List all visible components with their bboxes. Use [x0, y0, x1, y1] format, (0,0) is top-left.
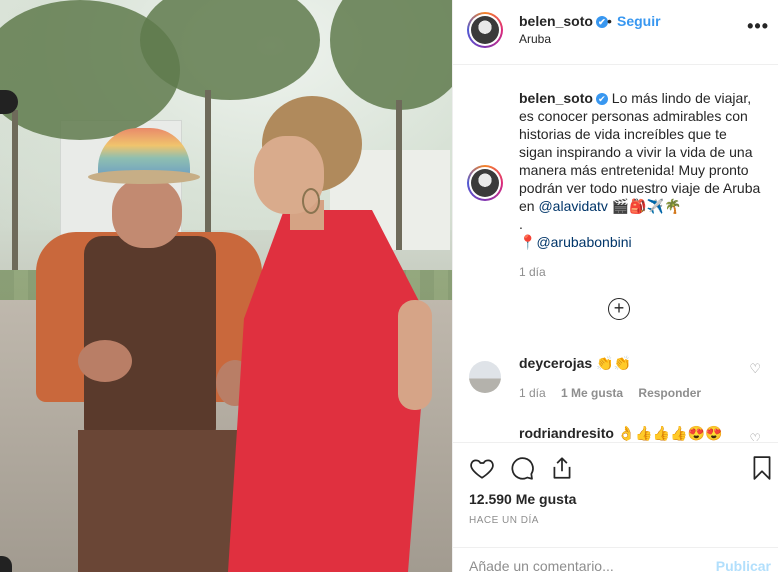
save-bookmark-icon[interactable] [749, 455, 775, 481]
separator-dot: • [607, 13, 612, 29]
post-actions: 12.590 Me gusta HACE UN DÍA Publicar [453, 442, 778, 574]
share-upload-icon[interactable] [549, 455, 575, 481]
header-username[interactable]: belen_soto [519, 13, 593, 29]
comment-avatar[interactable] [469, 361, 501, 393]
mention-link[interactable]: @alavidatv [538, 198, 607, 214]
like-comment-heart-icon[interactable]: ♡ [749, 431, 761, 441]
caption-username[interactable]: belen_soto [519, 90, 593, 106]
comments-section[interactable]: belen_soto ✔ Lo más lindo de viajar, es c… [453, 65, 778, 441]
comment-time: 1 día [519, 386, 546, 400]
instagram-post-modal: belen_soto ✔ • Seguir Aruba ••• belen_sot… [0, 0, 778, 574]
post-side-panel: belen_soto ✔ • Seguir Aruba ••• belen_sot… [452, 0, 778, 574]
earring [302, 188, 320, 214]
comment-text: 👌👍👍👍😍😍 [617, 425, 723, 441]
avatar[interactable] [467, 12, 503, 48]
comment-text: 👏👏 [596, 355, 631, 371]
caption-time: 1 día [519, 265, 546, 279]
post-caption: belen_soto ✔ Lo más lindo de viajar, es c… [519, 90, 761, 250]
comment-likes[interactable]: 1 Me gusta [561, 386, 623, 400]
comment-username[interactable]: deycerojas [519, 355, 592, 371]
caption-avatar[interactable] [467, 165, 503, 201]
load-more-comments-button[interactable]: + [608, 298, 630, 320]
reply-button[interactable]: Responder [638, 386, 701, 400]
caption-emojis: 🎬🎒✈️🌴 [611, 198, 682, 214]
comment: deycerojas 👏👏 [519, 355, 631, 372]
verified-badge-icon: ✔ [595, 93, 608, 105]
post-photo[interactable] [0, 0, 452, 572]
man-face [112, 178, 182, 248]
like-comment-heart-icon[interactable]: ♡ [749, 361, 761, 377]
location-link[interactable]: Aruba [519, 32, 551, 46]
comment-bubble-icon[interactable] [509, 455, 535, 481]
post-header: belen_soto ✔ • Seguir Aruba ••• [453, 0, 778, 65]
more-options-icon[interactable]: ••• [747, 16, 769, 37]
post-timestamp: HACE UN DÍA [469, 515, 539, 526]
comment-username[interactable]: rodriandresito [519, 425, 614, 441]
man-pants [78, 430, 238, 572]
like-heart-icon[interactable] [469, 455, 495, 481]
caption-text: Lo más lindo de viajar, es conocer perso… [519, 90, 761, 214]
follow-button[interactable]: Seguir [617, 13, 661, 29]
mention-link[interactable]: @arubabonbini [536, 234, 631, 250]
comment-meta: 1 día 1 Me gusta Responder [519, 386, 701, 400]
comment: rodriandresito 👌👍👍👍😍😍 [519, 425, 722, 441]
pin-icon: 📍 [519, 234, 537, 250]
likes-count[interactable]: 12.590 Me gusta [469, 491, 576, 507]
